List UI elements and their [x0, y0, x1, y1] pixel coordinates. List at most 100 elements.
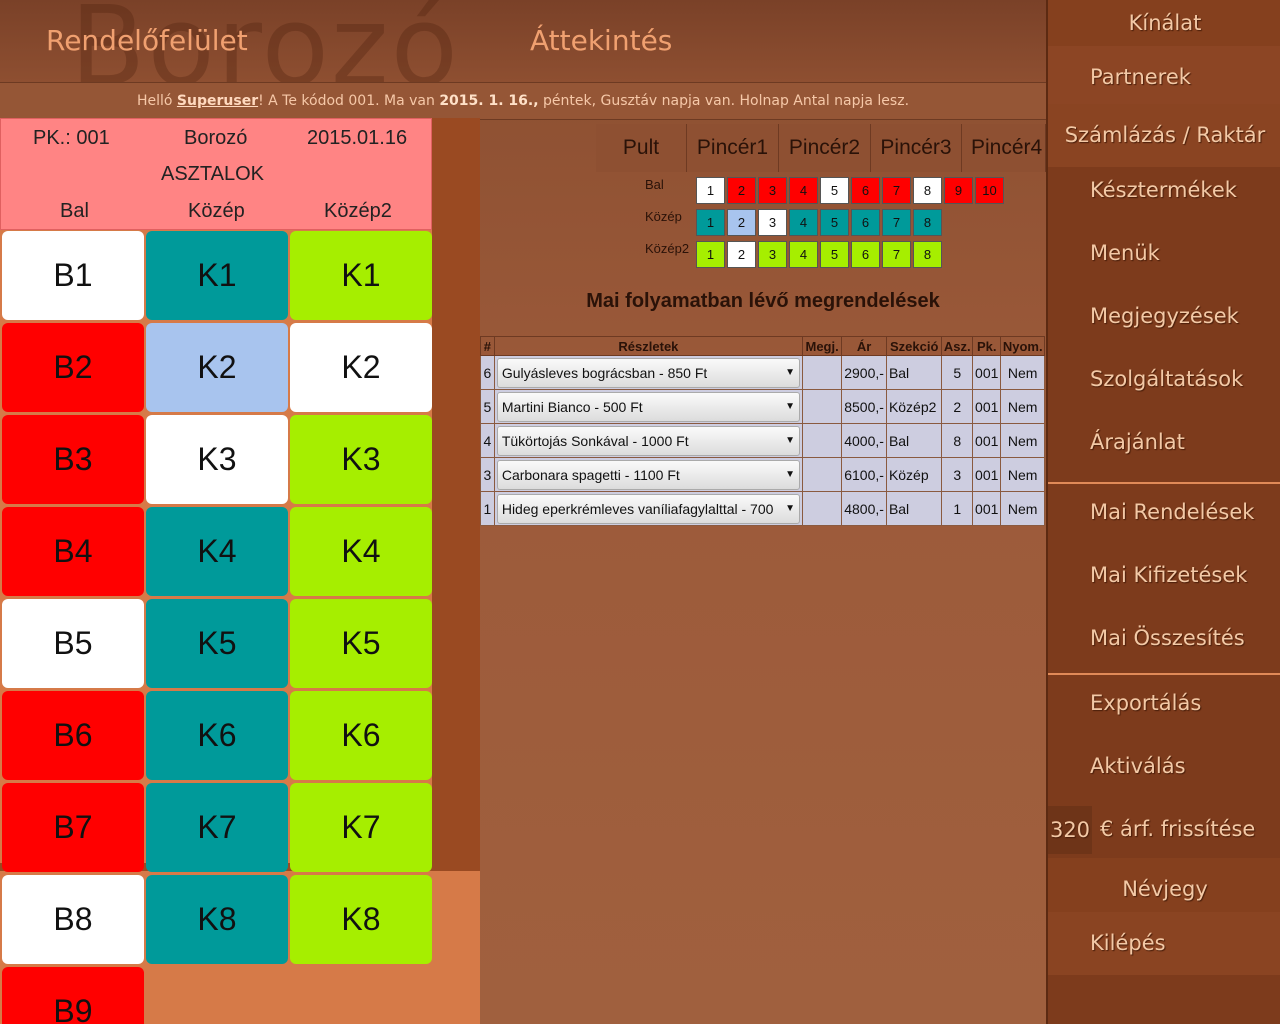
sidebar-item-mai-kifizetesek[interactable]: Mai Kifizetések [1048, 544, 1280, 607]
table-tile[interactable]: K8 [290, 875, 432, 964]
order-printed[interactable]: Nem [1000, 389, 1045, 424]
table-tile[interactable]: K7 [290, 783, 432, 872]
table-tile[interactable]: B8 [2, 875, 144, 964]
order-detail-select[interactable]: Gulyásleves bográcsban - 850 Ft ▼ [496, 357, 801, 388]
table-tile[interactable]: B4 [2, 507, 144, 596]
table-tile[interactable]: B6 [2, 691, 144, 780]
overview-table-cell[interactable]: 8 [913, 177, 942, 204]
tab-pult[interactable]: Pult [596, 124, 687, 172]
greeting-hello: Helló [136, 93, 173, 109]
sidebar-item-menuk[interactable]: Menük [1048, 222, 1280, 285]
order-printed[interactable]: Nem [1000, 491, 1045, 526]
exchange-rate-value[interactable]: 320 [1048, 805, 1092, 854]
table-tile[interactable]: B2 [2, 323, 144, 412]
sidebar-item-mai-rendelesek[interactable]: Mai Rendelések [1048, 481, 1280, 544]
overview-table-cell[interactable]: 3 [758, 209, 787, 236]
table-tile[interactable]: K1 [146, 231, 288, 320]
sidebar-item-szolgaltatasok[interactable]: Szolgáltatások [1048, 348, 1280, 411]
app-root: Borozó Rendelőfelület Áttekintés Helló S… [0, 0, 1280, 1024]
order-price: 2900,- [841, 355, 887, 390]
table-tile[interactable]: K1 [290, 231, 432, 320]
chevron-down-icon: ▼ [785, 503, 796, 514]
sidebar-item-mai-osszesites[interactable]: Mai Összesítés [1048, 607, 1280, 670]
table-tile[interactable]: B5 [2, 599, 144, 688]
order-detail-select[interactable]: Hideg eperkrémleves vaníliafagylalttal -… [496, 493, 801, 524]
table-tile[interactable]: K4 [290, 507, 432, 596]
order-note[interactable] [802, 491, 843, 526]
order-table: 2 [941, 389, 974, 424]
overview-table-cell[interactable]: 4 [789, 241, 818, 268]
overview-table-cell[interactable]: 3 [758, 177, 787, 204]
table-tile[interactable]: K6 [290, 691, 432, 780]
sidebar-item-exportalas[interactable]: Exportálás [1048, 672, 1280, 735]
overview-table-cell[interactable]: 10 [975, 177, 1004, 204]
overview-table-cell[interactable]: 6 [851, 177, 880, 204]
table-row: 5 Martini Bianco - 500 Ft ▼ 8500,- Közép2 2 00… [480, 389, 1045, 424]
sidebar-item-arajanlat[interactable]: Árajánlat [1048, 411, 1280, 474]
table-tile[interactable]: K2 [146, 323, 288, 412]
order-pk: 001 [972, 491, 1002, 526]
table-tile[interactable]: K3 [290, 415, 432, 504]
sidebar-header-szamlazas[interactable]: Számlázás / Raktár [1048, 104, 1280, 167]
overview-table-cell[interactable]: 8 [913, 209, 942, 236]
nav-overview[interactable]: Áttekintés [530, 24, 672, 57]
overview-table-cell[interactable]: 2 [727, 209, 756, 236]
tab-pincer4[interactable]: Pincér4 [962, 124, 1046, 172]
order-printed[interactable]: Nem [1000, 355, 1045, 390]
order-note[interactable] [802, 355, 843, 390]
sidebar-item-rate-refresh[interactable]: 320 € árf. frissítése [1048, 798, 1280, 861]
col-header-note: Megj. [802, 336, 843, 356]
overview-table-cell[interactable]: 3 [758, 241, 787, 268]
overview-table-cell[interactable]: 6 [851, 241, 880, 268]
order-detail-select[interactable]: Carbonara spagetti - 1100 Ft ▼ [496, 459, 801, 490]
table-tile[interactable]: K5 [290, 599, 432, 688]
overview-table-cell[interactable]: 2 [727, 177, 756, 204]
overview-table-cell[interactable]: 1 [696, 241, 725, 268]
overview-table-cell[interactable]: 7 [882, 177, 911, 204]
overview-table-cell[interactable]: 9 [944, 177, 973, 204]
table-tile[interactable]: B7 [2, 783, 144, 872]
table-tile[interactable]: K6 [146, 691, 288, 780]
tab-pincer1[interactable]: Pincér1 [687, 124, 779, 172]
table-tile[interactable]: K7 [146, 783, 288, 872]
table-tile[interactable]: K2 [290, 323, 432, 412]
table-tile[interactable]: K3 [146, 415, 288, 504]
col-header-id: # [480, 336, 495, 356]
table-tile[interactable]: K5 [146, 599, 288, 688]
order-note[interactable] [802, 457, 843, 492]
overview-table-cell[interactable]: 7 [882, 241, 911, 268]
nav-order-interface[interactable]: Rendelőfelület [46, 24, 248, 57]
tab-pincer3[interactable]: Pincér3 [871, 124, 962, 172]
overview-table-cell[interactable]: 7 [882, 209, 911, 236]
sidebar-item-aktivalas[interactable]: Aktiválás [1048, 735, 1280, 798]
col-header-details: Részletek [493, 336, 804, 356]
overview-table-cell[interactable]: 5 [820, 241, 849, 268]
overview-table-cell[interactable]: 1 [696, 209, 725, 236]
table-tile[interactable]: K8 [146, 875, 288, 964]
order-note[interactable] [802, 423, 843, 458]
overview-table-cell[interactable]: 1 [696, 177, 725, 204]
order-printed[interactable]: Nem [1000, 423, 1045, 458]
table-row: 6 Gulyásleves bográcsban - 850 Ft ▼ 2900,- B… [480, 355, 1045, 390]
table-tile[interactable]: B3 [2, 415, 144, 504]
overview-table-cell[interactable]: 8 [913, 241, 942, 268]
table-tile[interactable]: B9 [2, 967, 144, 1024]
tab-pincer2[interactable]: Pincér2 [779, 124, 871, 172]
sidebar-item-partnerek[interactable]: Partnerek [1048, 46, 1280, 109]
overview-table-cell[interactable]: 4 [789, 177, 818, 204]
order-detail-select[interactable]: Tükörtojás Sonkával - 1000 Ft ▼ [496, 425, 801, 456]
order-printed[interactable]: Nem [1000, 457, 1045, 492]
table-tile[interactable]: B1 [2, 231, 144, 320]
sidebar-item-megjegyzesek[interactable]: Megjegyzések [1048, 285, 1280, 348]
order-note[interactable] [802, 389, 843, 424]
sidebar-item-kesztermekek[interactable]: Késztermékek [1048, 159, 1280, 222]
overview-table-cell[interactable]: 4 [789, 209, 818, 236]
order-detail-select[interactable]: Martini Bianco - 500 Ft ▼ [496, 391, 801, 422]
overview-table-cell[interactable]: 5 [820, 177, 849, 204]
user-link[interactable]: Superuser [177, 93, 258, 109]
table-tile[interactable]: K4 [146, 507, 288, 596]
overview-table-cell[interactable]: 6 [851, 209, 880, 236]
overview-table-cell[interactable]: 5 [820, 209, 849, 236]
overview-table-cell[interactable]: 2 [727, 241, 756, 268]
sidebar-item-kilepes[interactable]: Kilépés [1048, 912, 1280, 975]
